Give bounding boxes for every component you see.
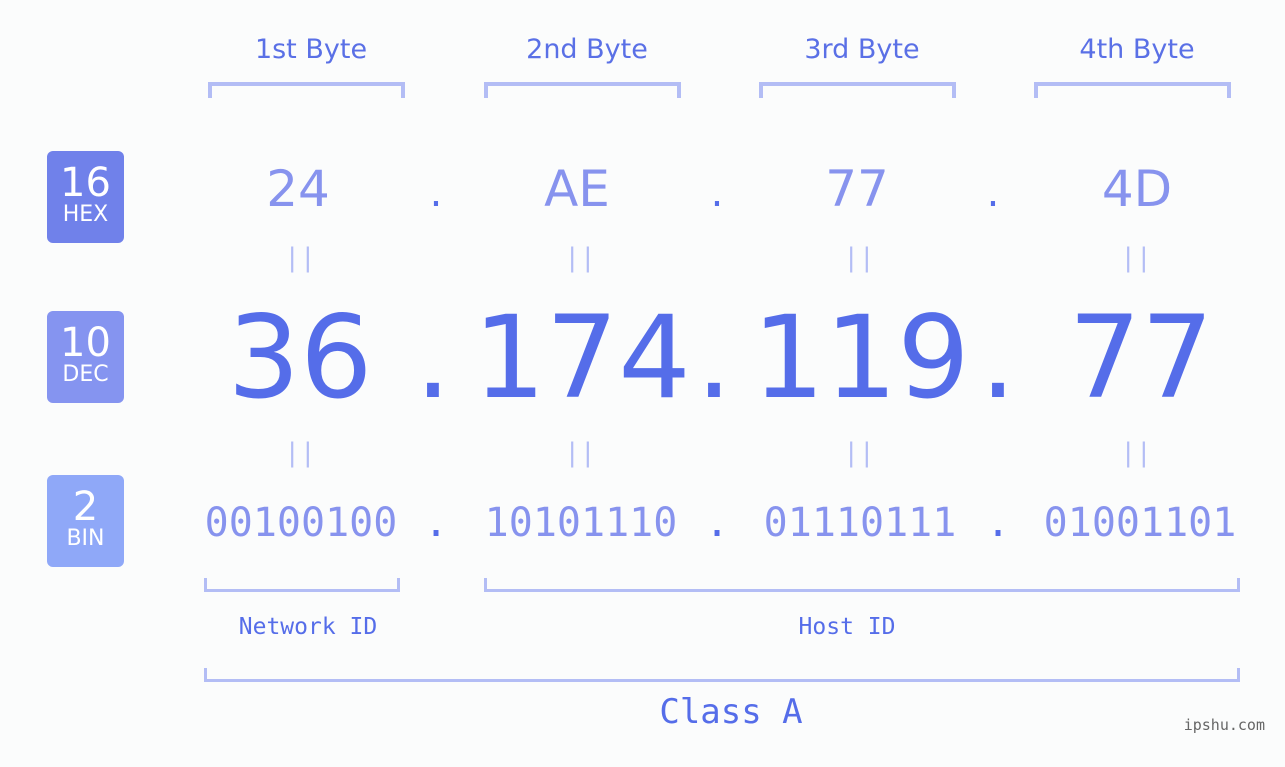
byte-bracket-1: [208, 82, 405, 98]
bin-value-2: 10101110: [484, 500, 678, 546]
equals-sign: ||: [564, 243, 596, 273]
byte-label-3: 3rd Byte: [804, 34, 920, 65]
hex-badge-number: 16: [60, 160, 111, 206]
equals-sign: ||: [843, 438, 875, 468]
dec-badge-name: DEC: [62, 362, 109, 387]
bin-value-3: 01110111: [763, 500, 957, 546]
byte-label-2: 2nd Byte: [526, 34, 648, 65]
bin-separator-2: .: [704, 500, 730, 546]
hex-value-2: AE: [544, 160, 610, 218]
equals-sign: ||: [564, 438, 596, 468]
byte-bracket-3: [759, 82, 956, 98]
bin-separator-3: .: [985, 500, 1011, 546]
dec-value-1: 36: [227, 291, 373, 424]
hex-badge-name: HEX: [62, 202, 109, 227]
hex-separator-2: .: [710, 170, 724, 216]
bin-separator-1: .: [423, 500, 449, 546]
dec-separator-1: .: [414, 291, 452, 424]
byte-label-1: 1st Byte: [254, 34, 368, 65]
bin-badge-number: 2: [72, 484, 99, 530]
dec-separator-2: .: [695, 291, 733, 424]
equals-sign: ||: [284, 243, 316, 273]
dec-value-2: 174: [473, 291, 691, 424]
network-id-label: Network ID: [238, 614, 378, 640]
hex-badge: 16 HEX: [47, 151, 124, 243]
equals-sign: ||: [843, 243, 875, 273]
bin-value-4: 01001101: [1043, 500, 1237, 546]
dec-badge-number: 10: [60, 320, 111, 366]
watermark: ipshu.com: [1183, 716, 1265, 734]
host-id-label: Host ID: [798, 614, 896, 640]
hex-value-1: 24: [266, 160, 330, 218]
hex-separator-1: .: [429, 170, 443, 216]
dec-value-4: 77: [1068, 291, 1214, 424]
byte-bracket-4: [1034, 82, 1231, 98]
equals-sign: ||: [284, 438, 316, 468]
hex-separator-3: .: [986, 170, 1000, 216]
dec-value-3: 119: [752, 291, 970, 424]
class-label: Class A: [659, 692, 803, 732]
class-bracket: [204, 668, 1240, 682]
equals-sign: ||: [1120, 243, 1152, 273]
equals-sign: ||: [1120, 438, 1152, 468]
host-id-bracket: [484, 578, 1240, 592]
network-id-bracket: [204, 578, 400, 592]
byte-bracket-2: [484, 82, 681, 98]
dec-badge: 10 DEC: [47, 311, 124, 403]
byte-label-4: 4th Byte: [1079, 34, 1195, 65]
bin-badge-name: BIN: [66, 526, 105, 551]
bin-value-1: 00100100: [204, 500, 398, 546]
bin-badge: 2 BIN: [47, 475, 124, 567]
dec-separator-3: .: [979, 291, 1017, 424]
hex-value-3: 77: [825, 160, 889, 218]
hex-value-4: 4D: [1101, 160, 1173, 218]
